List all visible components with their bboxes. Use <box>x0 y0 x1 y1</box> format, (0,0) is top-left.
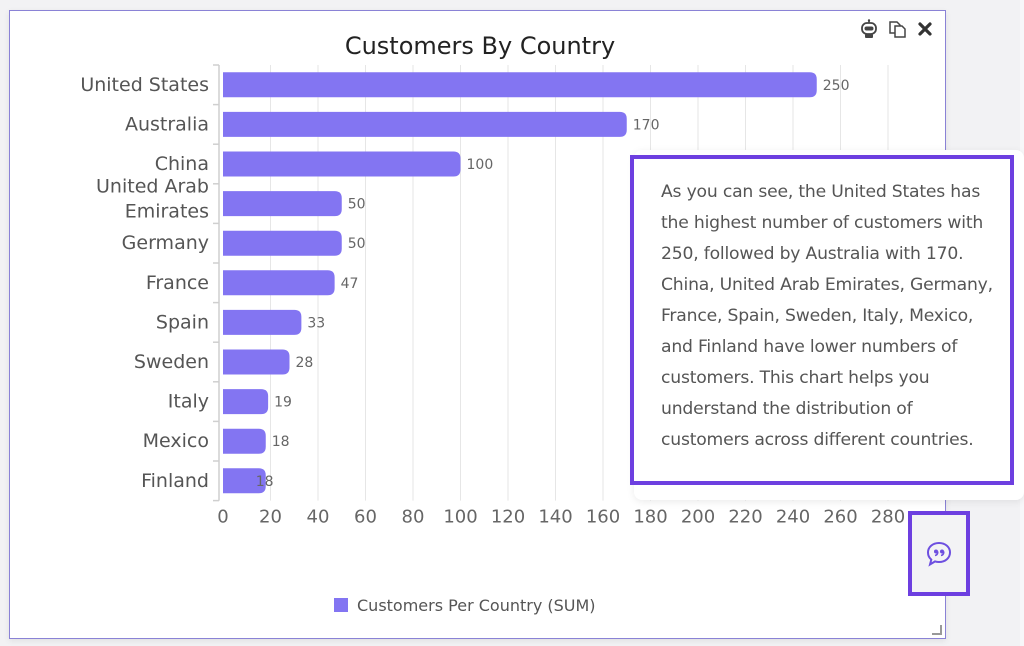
x-tick-label: 220 <box>728 507 762 528</box>
x-tick-label: 240 <box>776 507 810 528</box>
x-tick-label: 20 <box>259 507 282 528</box>
category-label: Italy <box>168 391 209 413</box>
x-tick-label: 60 <box>354 507 377 528</box>
category-label: Spain <box>156 311 209 333</box>
category-label: Australia <box>125 113 209 135</box>
bar <box>223 270 335 296</box>
value-label: 19 <box>274 395 292 411</box>
x-tick-label: 80 <box>402 507 425 528</box>
x-tick-label: 0 <box>217 507 228 528</box>
bar <box>223 72 817 98</box>
bar <box>223 349 290 375</box>
category-label: United Arab <box>96 176 209 198</box>
category-label: United States <box>80 74 209 96</box>
value-label: 100 <box>467 157 494 173</box>
category-label: China <box>155 153 209 175</box>
value-label: 50 <box>348 236 366 252</box>
x-tick-label: 160 <box>586 507 620 528</box>
bar <box>223 191 342 217</box>
category-label: Finland <box>141 470 209 492</box>
legend[interactable]: Customers Per Country (SUM) <box>334 596 596 615</box>
quote-bubble-icon <box>926 541 952 567</box>
x-tick-label: 280 <box>871 507 905 528</box>
resize-handle[interactable] <box>932 625 942 635</box>
category-label: Sweden <box>134 351 209 373</box>
x-tick-label: 120 <box>491 507 525 528</box>
value-label: 47 <box>341 276 359 292</box>
category-label: France <box>146 272 209 294</box>
insight-text-box: As you can see, the United States has th… <box>630 155 1014 485</box>
bar <box>223 309 302 335</box>
x-tick-label: 200 <box>681 507 715 528</box>
bar <box>223 389 269 415</box>
category-label: Mexico <box>143 430 209 452</box>
bar <box>223 230 342 256</box>
bar <box>223 111 627 137</box>
bar <box>223 151 461 177</box>
value-label: 170 <box>633 117 660 133</box>
value-label: 33 <box>307 315 325 331</box>
insight-text: As you can see, the United States has th… <box>661 182 993 450</box>
x-tick-label: 40 <box>307 507 330 528</box>
value-label: 28 <box>296 355 314 371</box>
value-label: 50 <box>348 197 366 213</box>
chart-title: Customers By Country <box>345 32 615 60</box>
x-tick-label: 260 <box>823 507 857 528</box>
value-label: 18 <box>272 434 290 450</box>
x-tick-label: 140 <box>538 507 572 528</box>
value-label: 18 <box>256 474 274 490</box>
category-labels: United States Australia ChinaUnited Arab Em… <box>80 74 209 492</box>
x-tick-label: 100 <box>443 507 477 528</box>
y-axis <box>213 64 220 502</box>
category-label: Emirates <box>125 201 209 223</box>
legend-swatch[interactable] <box>334 598 348 612</box>
value-label: 250 <box>823 78 850 94</box>
insight-chat-button[interactable] <box>908 511 970 596</box>
x-tick-labels: 0 20 40 60 80 100 120 140 160 180 200 220 240 260 280 <box>217 507 905 528</box>
x-tick-label: 180 <box>633 507 667 528</box>
category-label: Germany <box>122 232 209 254</box>
legend-label[interactable]: Customers Per Country (SUM) <box>357 596 596 615</box>
bar <box>223 428 266 454</box>
